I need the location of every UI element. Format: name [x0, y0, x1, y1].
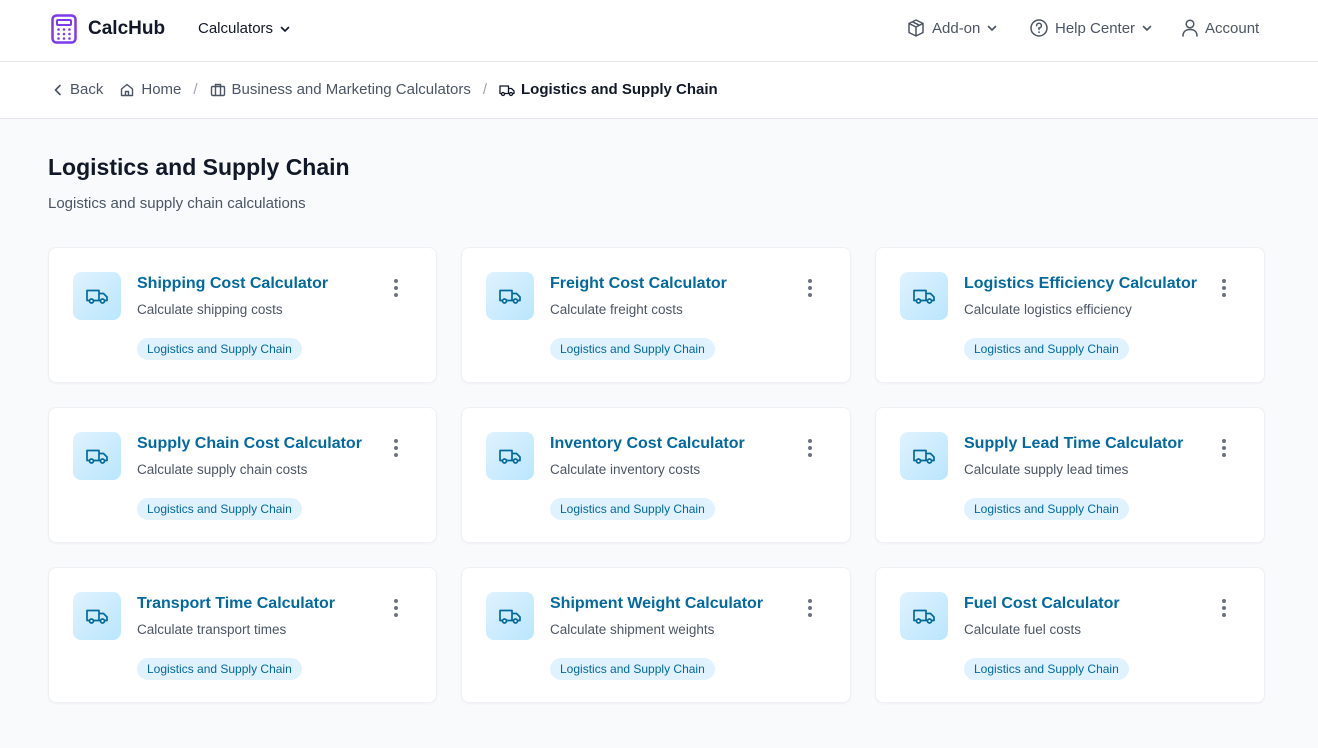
account-menu[interactable]: Account — [1181, 18, 1259, 38]
chevron-down-icon — [280, 26, 290, 32]
truck-icon — [486, 592, 534, 640]
calculator-card[interactable]: Logistics Efficiency Calculator Calculat… — [875, 247, 1265, 383]
top-navbar: CalcHub Calculators Add-on Help Center A… — [0, 0, 1318, 62]
addon-menu-label: Add-on — [932, 19, 981, 37]
category-tag: Logistics and Supply Chain — [137, 498, 302, 520]
home-icon — [121, 83, 134, 96]
card-description: Calculate fuel costs — [964, 622, 1082, 637]
calculator-card[interactable]: Inventory Cost Calculator Calculate inve… — [461, 407, 851, 543]
breadcrumb-separator: / — [193, 81, 198, 98]
category-tag: Logistics and Supply Chain — [550, 498, 715, 520]
category-tag: Logistics and Supply Chain — [964, 498, 1129, 520]
page-subtitle: Logistics and supply chain calculations — [48, 195, 306, 212]
card-title[interactable]: Supply Chain Cost Calculator — [137, 435, 362, 453]
breadcrumb-separator: / — [482, 81, 488, 98]
truck-icon — [73, 272, 121, 320]
truck-icon — [486, 272, 534, 320]
truck-icon — [900, 272, 948, 320]
truck-icon — [73, 432, 121, 480]
breadcrumb-home-label: Home — [141, 81, 182, 98]
breadcrumb-current: Logistics and Supply Chain — [499, 81, 718, 98]
card-title[interactable]: Inventory Cost Calculator — [550, 435, 745, 453]
card-description: Calculate logistics efficiency — [964, 302, 1132, 317]
card-title[interactable]: Freight Cost Calculator — [550, 275, 727, 293]
chevron-left-icon — [54, 84, 61, 95]
calculator-card[interactable]: Supply Chain Cost Calculator Calculate s… — [48, 407, 437, 543]
truck-icon — [900, 432, 948, 480]
addon-menu[interactable]: Add-on — [906, 18, 998, 38]
back-label: Back — [70, 81, 104, 98]
card-description: Calculate transport times — [137, 622, 287, 637]
calculator-card[interactable]: Fuel Cost Calculator Calculate fuel cost… — [875, 567, 1265, 703]
calculators-menu-label: Calculators — [198, 20, 274, 37]
card-description: Calculate inventory costs — [550, 462, 701, 477]
card-title[interactable]: Supply Lead Time Calculator — [964, 435, 1183, 453]
more-vertical-icon[interactable] — [388, 279, 404, 297]
user-icon — [1182, 19, 1198, 37]
category-tag: Logistics and Supply Chain — [550, 338, 715, 360]
truck-icon — [486, 432, 534, 480]
card-title[interactable]: Transport Time Calculator — [137, 595, 335, 613]
help-circle-icon — [1030, 19, 1048, 37]
calculator-card[interactable]: Supply Lead Time Calculator Calculate su… — [875, 407, 1265, 543]
page-title: Logistics and Supply Chain — [48, 154, 350, 180]
package-icon — [908, 19, 924, 37]
calculator-icon[interactable] — [51, 14, 77, 44]
calculators-menu[interactable]: Calculators — [198, 20, 291, 37]
briefcase-icon — [210, 83, 225, 96]
card-description: Calculate freight costs — [550, 302, 683, 317]
more-vertical-icon[interactable] — [802, 279, 818, 297]
card-title[interactable]: Logistics Efficiency Calculator — [964, 275, 1197, 293]
more-vertical-icon[interactable] — [1216, 599, 1232, 617]
category-tag: Logistics and Supply Chain — [137, 658, 302, 680]
truck-icon — [499, 84, 515, 96]
category-tag: Logistics and Supply Chain — [550, 658, 715, 680]
breadcrumb-category-label: Business and Marketing Calculators — [231, 81, 471, 98]
more-vertical-icon[interactable] — [1216, 279, 1232, 297]
card-description: Calculate supply lead times — [964, 462, 1129, 477]
category-tag: Logistics and Supply Chain — [964, 338, 1129, 360]
card-title[interactable]: Shipment Weight Calculator — [550, 595, 763, 613]
card-description: Calculate supply chain costs — [137, 462, 308, 477]
card-title[interactable]: Fuel Cost Calculator — [964, 595, 1120, 613]
truck-icon — [900, 592, 948, 640]
category-tag: Logistics and Supply Chain — [137, 338, 302, 360]
card-description: Calculate shipment weights — [550, 622, 715, 637]
calculator-card[interactable]: Shipment Weight Calculator Calculate shi… — [461, 567, 851, 703]
more-vertical-icon[interactable] — [388, 439, 404, 457]
more-vertical-icon[interactable] — [802, 439, 818, 457]
breadcrumb-bar: Back Home / Business and Marketing Calcu… — [0, 62, 1318, 119]
calculator-card[interactable]: Freight Cost Calculator Calculate freigh… — [461, 247, 851, 383]
help-center-menu[interactable]: Help Center — [1029, 18, 1153, 38]
more-vertical-icon[interactable] — [388, 599, 404, 617]
more-vertical-icon[interactable] — [802, 599, 818, 617]
chevron-down-icon — [1142, 25, 1152, 31]
category-tag: Logistics and Supply Chain — [964, 658, 1129, 680]
breadcrumb: Back Home / Business and Marketing Calcu… — [52, 81, 718, 98]
more-vertical-icon[interactable] — [1216, 439, 1232, 457]
brand-name[interactable]: CalcHub — [88, 18, 165, 40]
card-title[interactable]: Shipping Cost Calculator — [137, 275, 328, 293]
back-button[interactable]: Back — [52, 81, 103, 98]
breadcrumb-home[interactable]: Home — [119, 81, 181, 98]
calculator-card[interactable]: Transport Time Calculator Calculate tran… — [48, 567, 437, 703]
card-description: Calculate shipping costs — [137, 302, 283, 317]
chevron-down-icon — [988, 25, 997, 31]
breadcrumb-current-label: Logistics and Supply Chain — [521, 81, 718, 98]
calculator-grid: Shipping Cost Calculator Calculate shipp… — [48, 247, 1265, 703]
account-label: Account — [1205, 19, 1260, 37]
breadcrumb-category[interactable]: Business and Marketing Calculators — [210, 81, 471, 98]
help-center-label: Help Center — [1055, 19, 1136, 37]
truck-icon — [73, 592, 121, 640]
calculator-card[interactable]: Shipping Cost Calculator Calculate shipp… — [48, 247, 437, 383]
